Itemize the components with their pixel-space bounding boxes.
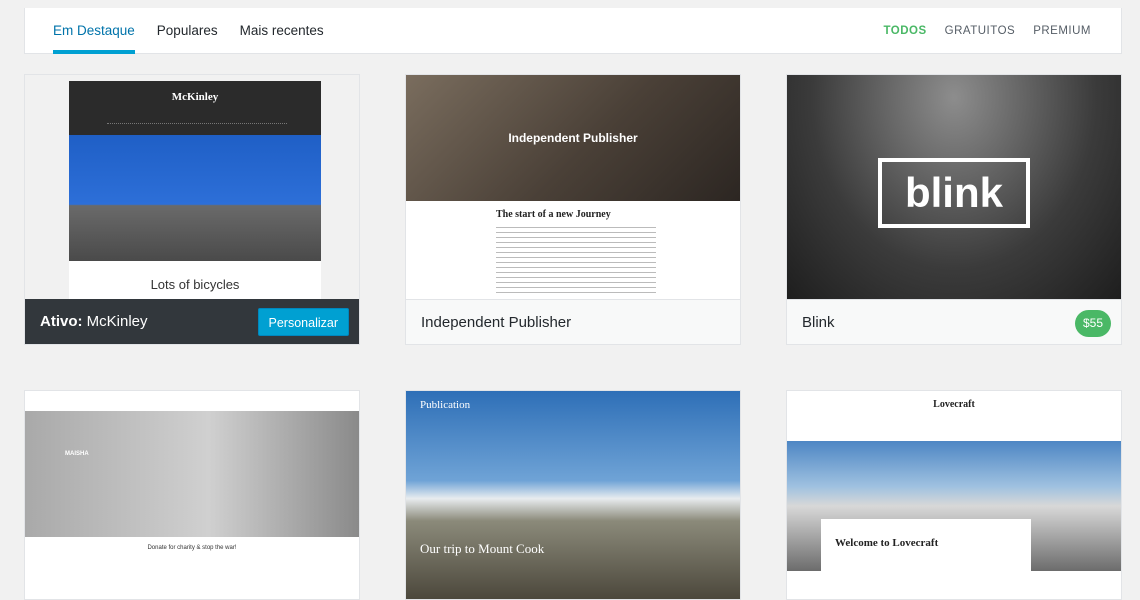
- theme-screenshot[interactable]: MAISHA Donate for charity & stop the war…: [25, 391, 359, 599]
- theme-card-mckinley[interactable]: McKinley Lots of bicycles Ativo: McKinle…: [24, 74, 360, 345]
- theme-name: Blink: [802, 314, 835, 331]
- preview-brand: MAISHA: [65, 451, 89, 457]
- preview-post-heading: The start of a new Journey: [496, 209, 611, 220]
- filter-gratuitos[interactable]: GRATUITOS: [945, 25, 1016, 37]
- preview-site-title: Publication: [420, 399, 471, 411]
- preview-caption: Lots of bicycles: [150, 277, 240, 292]
- theme-name: Independent Publisher: [421, 314, 572, 331]
- theme-screenshot[interactable]: McKinley Lots of bicycles: [25, 75, 359, 299]
- customize-button[interactable]: Personalizar: [257, 308, 349, 336]
- active-theme-bar: Ativo: McKinley Personalizar: [25, 299, 359, 344]
- preview-heading: Donate for charity & stop the war!: [147, 545, 237, 551]
- preview-photo-bicycles: [69, 135, 321, 261]
- preview-post-heading: Welcome to Lovecraft: [835, 537, 939, 549]
- theme-card-maisha[interactable]: MAISHA Donate for charity & stop the war…: [24, 390, 360, 600]
- theme-screenshot[interactable]: Publication Our trip to Mount Cook: [406, 391, 740, 599]
- preview-post-title: Our trip to Mount Cook: [420, 541, 545, 556]
- theme-sort-tabs: Em Destaque Populares Mais recentes: [53, 8, 324, 54]
- preview-site-title: Independent Publisher: [508, 131, 638, 145]
- theme-name: Ativo: McKinley: [40, 313, 148, 330]
- tab-mais-recentes[interactable]: Mais recentes: [240, 8, 324, 54]
- preview-mountain-image: [406, 391, 740, 599]
- theme-card-lovecraft[interactable]: Lovecraft Welcome to Lovecraft: [786, 390, 1122, 600]
- theme-card-blink[interactable]: blink Blink $55: [786, 74, 1122, 345]
- tab-em-destaque[interactable]: Em Destaque: [53, 8, 135, 54]
- preview-logo: blink: [878, 158, 1030, 228]
- theme-screenshot[interactable]: Independent Publisher The start of a new…: [406, 75, 740, 299]
- filter-todos[interactable]: TODOS: [883, 25, 926, 37]
- theme-card-independent-publisher[interactable]: Independent Publisher The start of a new…: [405, 74, 741, 345]
- preview-site-title: Lovecraft: [933, 399, 975, 410]
- theme-card-publication[interactable]: Publication Our trip to Mount Cook: [405, 390, 741, 600]
- theme-info-bar: Blink $55: [787, 299, 1121, 344]
- price-badge: $55: [1074, 310, 1111, 337]
- theme-screenshot[interactable]: blink: [787, 75, 1121, 299]
- filter-premium[interactable]: PREMIUM: [1033, 25, 1091, 37]
- theme-info-bar: Independent Publisher: [406, 299, 740, 344]
- theme-screenshot[interactable]: Lovecraft Welcome to Lovecraft: [787, 391, 1121, 599]
- theme-filter-bar: Em Destaque Populares Mais recentes TODO…: [24, 8, 1122, 54]
- preview-header-image: Independent Publisher: [406, 75, 740, 201]
- preview-site-title: McKinley: [171, 91, 219, 103]
- tab-populares[interactable]: Populares: [157, 8, 218, 54]
- preview-photo-children: [25, 411, 359, 537]
- price-filters: TODOS GRATUITOS PREMIUM: [883, 8, 1091, 54]
